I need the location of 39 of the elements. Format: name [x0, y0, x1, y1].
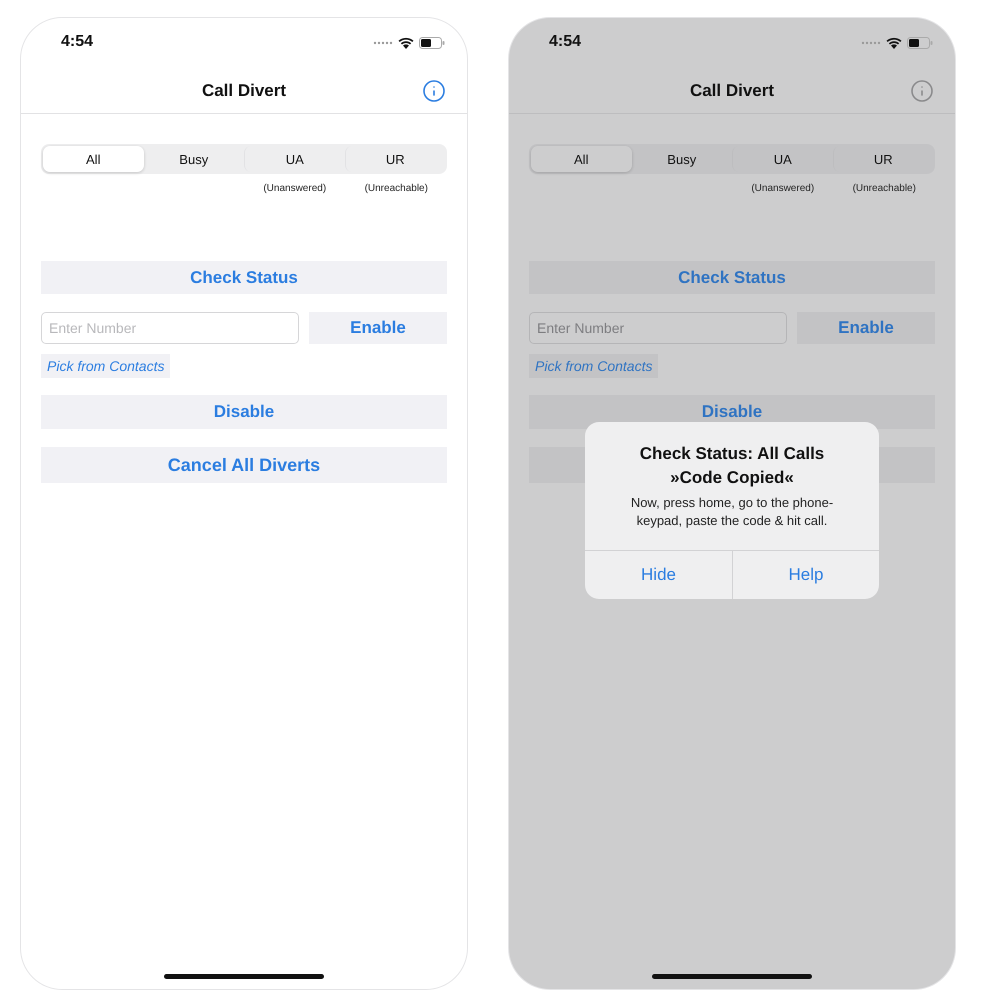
segment-note: (Unreachable) — [364, 183, 428, 196]
segment-tab[interactable]: UR — [832, 146, 933, 172]
segment-tab[interactable]: All — [43, 146, 144, 172]
segment-note: (Unanswered) — [751, 183, 814, 196]
alert-button[interactable]: Hide — [585, 551, 732, 599]
alert-title: Check Status: All Calls — [640, 443, 824, 465]
segment-tab[interactable]: UR — [344, 146, 445, 172]
battery-icon — [419, 37, 445, 49]
segment-note: (Unreachable) — [852, 183, 916, 196]
status-time: 4:54 — [549, 33, 582, 51]
cancel-diverts-button[interactable]: Cancel All Diverts — [41, 447, 447, 483]
wifi-icon — [398, 37, 414, 49]
segment-note: (Unanswered) — [263, 183, 326, 196]
enable-button[interactable]: Enable — [309, 312, 447, 344]
check-status-button[interactable]: Check Status — [41, 261, 447, 294]
number-field[interactable]: Enter Number — [529, 312, 787, 344]
segment-tab[interactable]: Busy — [144, 146, 244, 172]
status-time: 4:54 — [61, 33, 94, 51]
wifi-icon — [886, 37, 902, 49]
screen-title: Call Divert — [202, 80, 286, 100]
screen-title: Call Divert — [690, 80, 774, 100]
alert-button[interactable]: Help — [732, 551, 879, 599]
battery-icon — [907, 37, 933, 49]
info-icon[interactable] — [421, 78, 447, 104]
check-status-button[interactable]: Check Status — [529, 261, 935, 294]
disable-button[interactable]: Disable — [41, 395, 447, 429]
alert-subtitle: »Code Copied« — [670, 467, 794, 489]
alert-message: Now, press home, go to the phone-keypad, paste the code & hit call. — [630, 494, 834, 530]
pick-contacts-link[interactable]: Pick from Contacts — [529, 354, 658, 378]
enable-button[interactable]: Enable — [797, 312, 935, 344]
segment-tab[interactable]: Busy — [632, 146, 732, 172]
pick-contacts-link[interactable]: Pick from Contacts — [41, 354, 170, 378]
segment-tab[interactable]: UA — [732, 146, 832, 172]
info-icon[interactable] — [909, 78, 935, 104]
segment-tab[interactable]: All — [531, 146, 632, 172]
number-field[interactable]: Enter Number — [41, 312, 299, 344]
segment-tab[interactable]: UA — [244, 146, 344, 172]
signal-icon — [373, 41, 393, 45]
signal-icon — [861, 41, 881, 45]
